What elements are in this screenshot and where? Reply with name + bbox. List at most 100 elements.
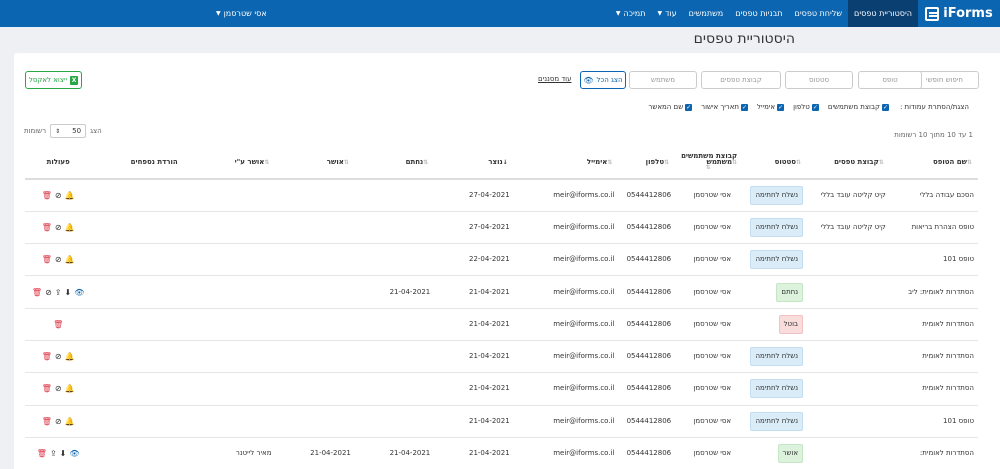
bell-icon[interactable]: 🔔	[65, 352, 75, 361]
table-row[interactable]: טופס 101 נשלח לחתימה אסי שטרסמן 0544412806 m…	[25, 405, 978, 438]
share-icon[interactable]: ⇪	[55, 288, 62, 297]
table-row[interactable]: טופס 101 נשלח לחתימה אסי שטרסמן 0544412806 m…	[25, 243, 978, 277]
trash-icon[interactable]: 🗑	[42, 223, 52, 232]
ban-icon[interactable]: ⊘	[55, 384, 62, 393]
checkbox-checked-icon[interactable]: ✓	[741, 103, 748, 111]
col-approved-by[interactable]: ⇅אושר ע"י	[181, 145, 276, 180]
eye-icon[interactable]: 👁	[69, 449, 79, 458]
column-toggle-2[interactable]: ✓ אימייל	[757, 103, 785, 111]
trash-icon[interactable]: 🗑	[42, 352, 52, 361]
checkbox-checked-icon[interactable]: ✓	[811, 103, 819, 111]
nav-item-3[interactable]: משתמשים	[683, 0, 730, 27]
status-filter-input[interactable]: סטטוס	[785, 71, 853, 89]
trash-icon[interactable]: 🗑	[53, 320, 63, 329]
cell-phone: 0544412806	[618, 372, 680, 406]
show-all-label: הצג הכל	[596, 76, 623, 84]
col-form-group[interactable]: ⇅קבוצת טפסים	[807, 145, 890, 180]
col-email[interactable]: ⇅אימייל	[513, 145, 619, 180]
column-toggle-label: שם המאשר	[648, 103, 684, 111]
user-filter-input[interactable]: משתמש	[629, 71, 697, 89]
more-filters-link[interactable]: עוד מסננים	[538, 75, 571, 83]
col-form-name[interactable]: ⇅שם הטופס	[889, 145, 978, 180]
status-badge: נשלח לחתימה	[750, 379, 804, 399]
cell-actions: 🔔 ⊘ 🗑	[25, 243, 92, 277]
forms-history-table: ⇅שם הטופס ⇅קבוצת טפסים ⇅סטטוס ⇅משתמש קבו…	[25, 145, 978, 469]
trash-icon[interactable]: 🗑	[42, 384, 52, 393]
ban-icon[interactable]: ⊘	[55, 417, 62, 426]
user-menu[interactable]: אסי שטרסמן ▼	[216, 0, 267, 27]
nav-item-4[interactable]: עוד ▼	[651, 0, 682, 27]
cell-form-name: הסתדרות לאומית:	[889, 437, 978, 469]
cell-form-name: טופס 101	[889, 243, 978, 277]
export-excel-button[interactable]: X ייצוא לאקסל	[25, 71, 82, 89]
nav-item-2[interactable]: תבניות טפסים	[729, 0, 788, 27]
col-created[interactable]: ↓נוצר	[434, 145, 514, 180]
row-actions: 🔔 ⊘ 🗑	[29, 255, 87, 264]
form-group-filter-input[interactable]: קבוצת טפסים	[701, 71, 781, 89]
nav-item-1[interactable]: שליחת טפסים	[789, 0, 849, 27]
trash-icon[interactable]: 🗑	[42, 191, 52, 200]
cell-signed	[354, 211, 435, 245]
col-status[interactable]: ⇅סטטוס	[743, 145, 808, 180]
ban-icon[interactable]: ⊘	[55, 223, 62, 232]
eye-icon[interactable]: 👁	[74, 288, 84, 297]
col-attachments: הורדת נספחים	[91, 145, 182, 180]
col-approved[interactable]: ⇅אושר	[275, 145, 355, 180]
brand-logo[interactable]: iForms	[918, 0, 1000, 27]
table-row[interactable]: הסתדרות לאומית בוטל אסי שטרסמן 0544412806 me…	[25, 308, 978, 341]
cell-approved	[275, 308, 355, 341]
sort-icon: ⇅	[264, 158, 270, 166]
show-all-button[interactable]: הצג הכל 👁	[580, 71, 626, 89]
ban-icon[interactable]: ⊘	[55, 352, 62, 361]
table-row[interactable]: הסתדרות לאומית נשלח לחתימה אסי שטרסמן 05444…	[25, 372, 978, 406]
cell-user: אסי שטרסמן	[679, 340, 744, 374]
nav-item-label: שליחת טפסים	[794, 9, 843, 18]
nav-item-0[interactable]: היסטוריית טפסים	[848, 0, 918, 27]
column-toggle-3[interactable]: ✓ תאריך אישור	[701, 103, 748, 111]
cell-approved	[275, 179, 355, 212]
ban-icon[interactable]: ⊘	[55, 191, 62, 200]
table-row[interactable]: הסתדרות לאומית: אושר אסי שטרסמן 0544412806 m…	[25, 437, 978, 469]
cell-form-name: הסכם עבודה בללי	[889, 179, 978, 212]
bell-icon[interactable]: 🔔	[65, 191, 75, 200]
checkbox-checked-icon[interactable]: ✓	[881, 103, 889, 111]
download-icon[interactable]: ⬇	[64, 288, 71, 297]
nav-item-5[interactable]: תמיכה ▼	[610, 0, 652, 27]
cell-attachments	[91, 211, 182, 245]
cell-attachments	[91, 243, 182, 277]
ban-icon[interactable]: ⊘	[55, 255, 62, 264]
checkbox-checked-icon[interactable]: ✓	[685, 103, 693, 111]
cell-phone: 0544412806	[618, 308, 680, 341]
column-toggle-4[interactable]: ✓ שם המאשר	[648, 103, 693, 111]
cell-form-name: טופס 101	[889, 405, 978, 438]
table-row[interactable]: הסכם עבודה בללי קיט קליטה עובד בללי נשלח ל…	[25, 179, 978, 212]
download-icon[interactable]: ⬇	[60, 449, 67, 458]
column-toggle-0[interactable]: ✓ קבוצת משתמשים	[828, 103, 889, 111]
col-phone[interactable]: ⇅טלפון	[618, 145, 680, 180]
table-row[interactable]: הסתדרות לאומית נשלח לחתימה אסי שטרסמן 05444…	[25, 340, 978, 374]
cell-user: אסי שטרסמן	[679, 179, 744, 212]
share-icon[interactable]: ⇪	[50, 449, 57, 458]
cell-status: נשלח לחתימה	[743, 179, 808, 212]
col-signed[interactable]: ⇅נחתם	[354, 145, 435, 180]
table-row[interactable]: טופס הצהרת בריאות קיט קליטה עובד בללי נשלח…	[25, 211, 978, 245]
table-row[interactable]: הסתדרות לאומית: ליב נחתם אסי שטרסמן 0544412…	[25, 275, 978, 309]
trash-icon[interactable]: 🗑	[37, 449, 47, 458]
bell-icon[interactable]: 🔔	[65, 384, 75, 393]
trash-icon[interactable]: 🗑	[42, 417, 52, 426]
page-size-select[interactable]: 50 ⇕	[50, 124, 87, 138]
ban-icon[interactable]: ⊘	[45, 288, 52, 297]
form-filter-input[interactable]: טופס	[858, 71, 922, 89]
cell-status: נשלח לחתימה	[743, 211, 808, 245]
bell-icon[interactable]: 🔔	[65, 417, 75, 426]
column-toggle-1[interactable]: ✓ טלפון	[793, 103, 819, 111]
cell-form-group	[807, 308, 890, 341]
trash-icon[interactable]: 🗑	[32, 288, 42, 297]
bell-icon[interactable]: 🔔	[65, 223, 75, 232]
cell-approved: 21-04-2021	[275, 437, 355, 469]
caret-down-icon: ▼	[657, 10, 663, 17]
column-toggle-label: אימייל	[757, 103, 776, 111]
checkbox-checked-icon[interactable]: ✓	[777, 103, 785, 111]
trash-icon[interactable]: 🗑	[42, 255, 52, 264]
bell-icon[interactable]: 🔔	[65, 255, 75, 264]
